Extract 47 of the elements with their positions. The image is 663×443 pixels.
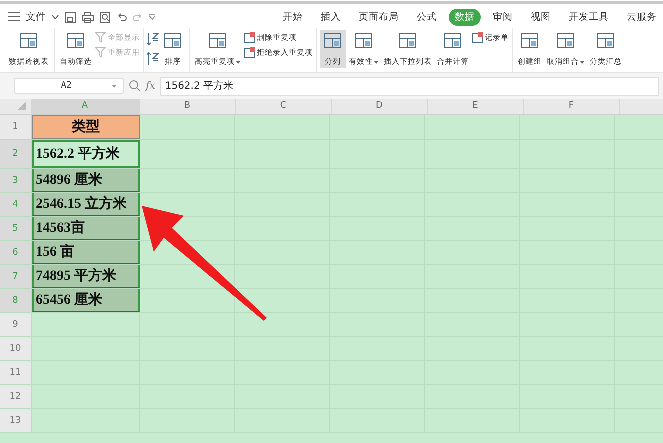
menu-icon[interactable] — [8, 12, 20, 22]
sort-ascending-icon[interactable] — [147, 32, 159, 46]
zoom-icon[interactable] — [129, 80, 141, 92]
caret-icon[interactable] — [52, 14, 59, 20]
name-box[interactable]: A2 — [14, 78, 124, 94]
row-header[interactable]: 12 — [0, 385, 32, 408]
ribbon-tab[interactable]: 公式 — [411, 8, 443, 26]
table-cell[interactable]: 类型 — [32, 115, 140, 139]
save-icon[interactable] — [65, 12, 76, 22]
table-cell[interactable]: 156 亩 — [32, 241, 140, 264]
row-header[interactable]: 1 — [0, 115, 32, 139]
sort-descending-icon[interactable] — [147, 52, 159, 66]
row-header[interactable]: 10 — [0, 337, 32, 360]
table-cell[interactable]: 2546.15 立方米 — [32, 193, 140, 216]
caret-icon[interactable] — [112, 84, 117, 88]
filter-icon — [95, 32, 106, 43]
ribbon-tab[interactable]: 审阅 — [487, 8, 519, 26]
row-header[interactable]: 11 — [0, 361, 32, 384]
table-cell[interactable]: 54896 厘米 — [32, 169, 140, 192]
function-button[interactable]: fx — [146, 80, 156, 92]
ribbon-tab[interactable]: 页面布局 — [353, 8, 405, 26]
table-cell[interactable]: 74895 平方米 — [32, 265, 140, 288]
caret-icon — [236, 60, 241, 64]
column-header[interactable]: B — [140, 99, 236, 114]
ribbon-tab[interactable]: 开始 — [277, 8, 309, 26]
table-cell[interactable]: 14563亩 — [32, 217, 140, 240]
column-header[interactable]: C — [236, 99, 332, 114]
filter-icon — [95, 47, 106, 58]
ribbon-tab[interactable]: 视图 — [525, 8, 557, 26]
ribbon-tab[interactable]: 云服务 — [621, 8, 663, 26]
print-preview-icon[interactable] — [100, 12, 111, 22]
ribbon-tab[interactable]: 插入 — [315, 8, 347, 26]
formula-field[interactable]: 1562.2 平方米 — [160, 76, 659, 96]
column-header[interactable]: E — [428, 99, 524, 114]
row-header[interactable]: 13 — [0, 409, 32, 432]
undo-icon[interactable] — [117, 12, 127, 22]
table-cell[interactable]: 1562.2 平方米 — [32, 140, 140, 168]
caret-icon — [580, 60, 585, 64]
caret-icon — [374, 60, 379, 64]
column-header[interactable]: F — [524, 99, 620, 114]
column-header[interactable]: D — [332, 99, 428, 114]
row-header[interactable]: 9 — [0, 313, 32, 336]
customize-icon[interactable] — [149, 14, 156, 20]
table-cell[interactable]: 65456 厘米 — [32, 289, 140, 312]
print-icon[interactable] — [82, 12, 94, 22]
file-menu[interactable]: 文件 — [26, 10, 46, 24]
ribbon-tab[interactable]: 开发工具 — [563, 8, 615, 26]
